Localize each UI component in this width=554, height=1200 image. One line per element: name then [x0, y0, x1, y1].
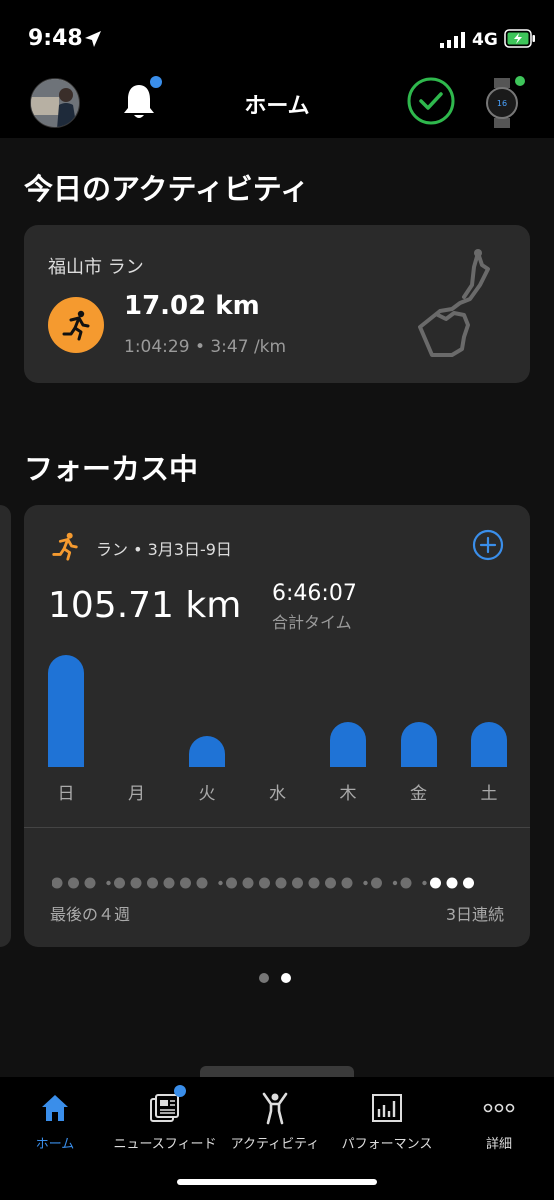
streak-dot — [114, 877, 125, 889]
focus-section-title: フォーカス中 — [24, 452, 199, 486]
tab-label: ホーム — [35, 1137, 75, 1152]
tab-performance[interactable]: パフォーマンス — [332, 1091, 442, 1152]
streak-dot — [106, 880, 111, 886]
running-person-icon — [52, 532, 78, 561]
bar-column — [189, 735, 225, 767]
page-title: ホーム — [244, 94, 310, 119]
chart-bar — [48, 655, 84, 767]
streak-dot — [400, 877, 412, 889]
streak-dot — [363, 880, 368, 886]
performance-chart-icon — [372, 1094, 402, 1122]
tab-newsfeed[interactable]: ニュースフィード — [110, 1085, 220, 1152]
streak-dot — [392, 880, 398, 886]
watch-device-icon[interactable]: 16 — [484, 78, 520, 128]
chart-day-label: 日 — [57, 784, 75, 804]
chart-bar — [400, 722, 437, 767]
device-connected-badge — [515, 76, 525, 86]
streak-dot — [292, 877, 303, 889]
previous-focus-card-peek[interactable] — [0, 505, 11, 947]
bar-column — [471, 722, 507, 767]
tab-more[interactable]: 詳細 — [444, 1091, 554, 1152]
chart-day-label: 水 — [269, 784, 286, 804]
total-time-label: 合計タイム — [272, 613, 352, 632]
status-time: 9:48 — [28, 26, 83, 51]
streak-dot — [226, 877, 237, 889]
focus-card[interactable]: ラン • 3月3日-9日 105.71 km 6:46:07 合計タイム 日 月 火… — [24, 505, 530, 947]
streak-dot — [275, 877, 287, 889]
streak-dot — [218, 880, 223, 886]
tab-home[interactable]: ホーム — [0, 1091, 110, 1152]
streak-dot — [463, 877, 474, 889]
streak-dot — [130, 877, 142, 889]
home-indicator — [177, 1179, 377, 1185]
activity-distance: 17.02 km — [124, 291, 260, 321]
streak-count-label: 3日連続 — [445, 905, 504, 924]
newsfeed-badge — [174, 1085, 186, 1097]
chart-day-label: 木 — [339, 784, 357, 804]
chart-bar — [330, 722, 366, 767]
streak-dot — [52, 877, 63, 889]
streak-dot — [84, 877, 96, 889]
streak-dot — [430, 877, 441, 889]
tab-label: ニュースフィード — [113, 1137, 217, 1152]
sync-status-check-icon[interactable] — [406, 76, 456, 126]
streak-dot — [371, 877, 382, 889]
add-plus-icon[interactable] — [472, 529, 504, 561]
running-person-icon — [62, 310, 90, 341]
card-divider — [24, 827, 530, 828]
streak-dot — [422, 880, 427, 886]
page-dot[interactable] — [259, 973, 269, 983]
streak-dot — [242, 877, 254, 889]
streak-dot — [341, 877, 353, 889]
total-time: 6:46:07 — [272, 581, 357, 606]
weekly-distance-bar-chart: 日月火水木金土 — [24, 645, 530, 805]
streak-dot — [196, 877, 208, 889]
today-section-title: 今日のアクティビティ — [24, 172, 310, 206]
tab-label: アクティビティ — [230, 1137, 320, 1152]
chart-day-label: 土 — [480, 784, 498, 804]
location-arrow-icon — [85, 31, 101, 47]
page-dot[interactable] — [281, 973, 291, 983]
svg-text:16: 16 — [497, 99, 507, 108]
streak-dot — [259, 877, 270, 889]
status-bar: 9:48 4G — [0, 0, 554, 70]
streak-dot — [180, 877, 191, 889]
today-activity-card[interactable]: 福山市 ラン 17.02 km 1:04:29 • 3:47 /km — [24, 225, 530, 383]
activity-person-icon — [262, 1092, 288, 1125]
more-dots-icon — [483, 1103, 515, 1113]
streak-dot — [308, 877, 320, 889]
page-indicator[interactable] — [259, 973, 299, 985]
chart-day-label: 月 — [128, 784, 145, 804]
streak-dot — [325, 877, 336, 889]
bar-column — [48, 655, 84, 767]
total-distance: 105.71 km — [48, 585, 242, 626]
chart-bar — [471, 722, 507, 767]
bar-column — [330, 722, 366, 767]
activity-time-pace: 1:04:29 • 3:47 /km — [124, 337, 287, 357]
streak-dot — [147, 877, 158, 889]
four-week-streak-dots — [52, 877, 474, 889]
streak-dot — [68, 877, 79, 889]
streak-dot — [446, 877, 458, 889]
chart-day-label: 金 — [410, 784, 427, 804]
tab-activities[interactable]: アクティビティ — [220, 1091, 330, 1152]
tab-label: 詳細 — [485, 1137, 512, 1152]
network-type: 4G — [472, 30, 498, 50]
notification-badge — [150, 76, 162, 88]
route-map-thumbnail — [418, 249, 490, 357]
focus-period-label: ラン • 3月3日-9日 — [96, 540, 232, 559]
home-icon — [42, 1095, 68, 1121]
activity-name: 福山市 ラン — [48, 257, 144, 278]
app-header: ホーム 16 — [0, 70, 554, 138]
chart-day-label: 火 — [198, 784, 216, 804]
battery-charging-icon — [504, 29, 535, 48]
chart-bar — [189, 735, 225, 767]
streak-period-label: 最後の４週 — [50, 905, 131, 924]
streak-dot — [163, 877, 175, 889]
bar-column — [400, 722, 437, 767]
cellular-signal-icon — [440, 32, 465, 48]
tab-label: パフォーマンス — [341, 1137, 433, 1152]
run-activity-badge — [48, 297, 104, 353]
